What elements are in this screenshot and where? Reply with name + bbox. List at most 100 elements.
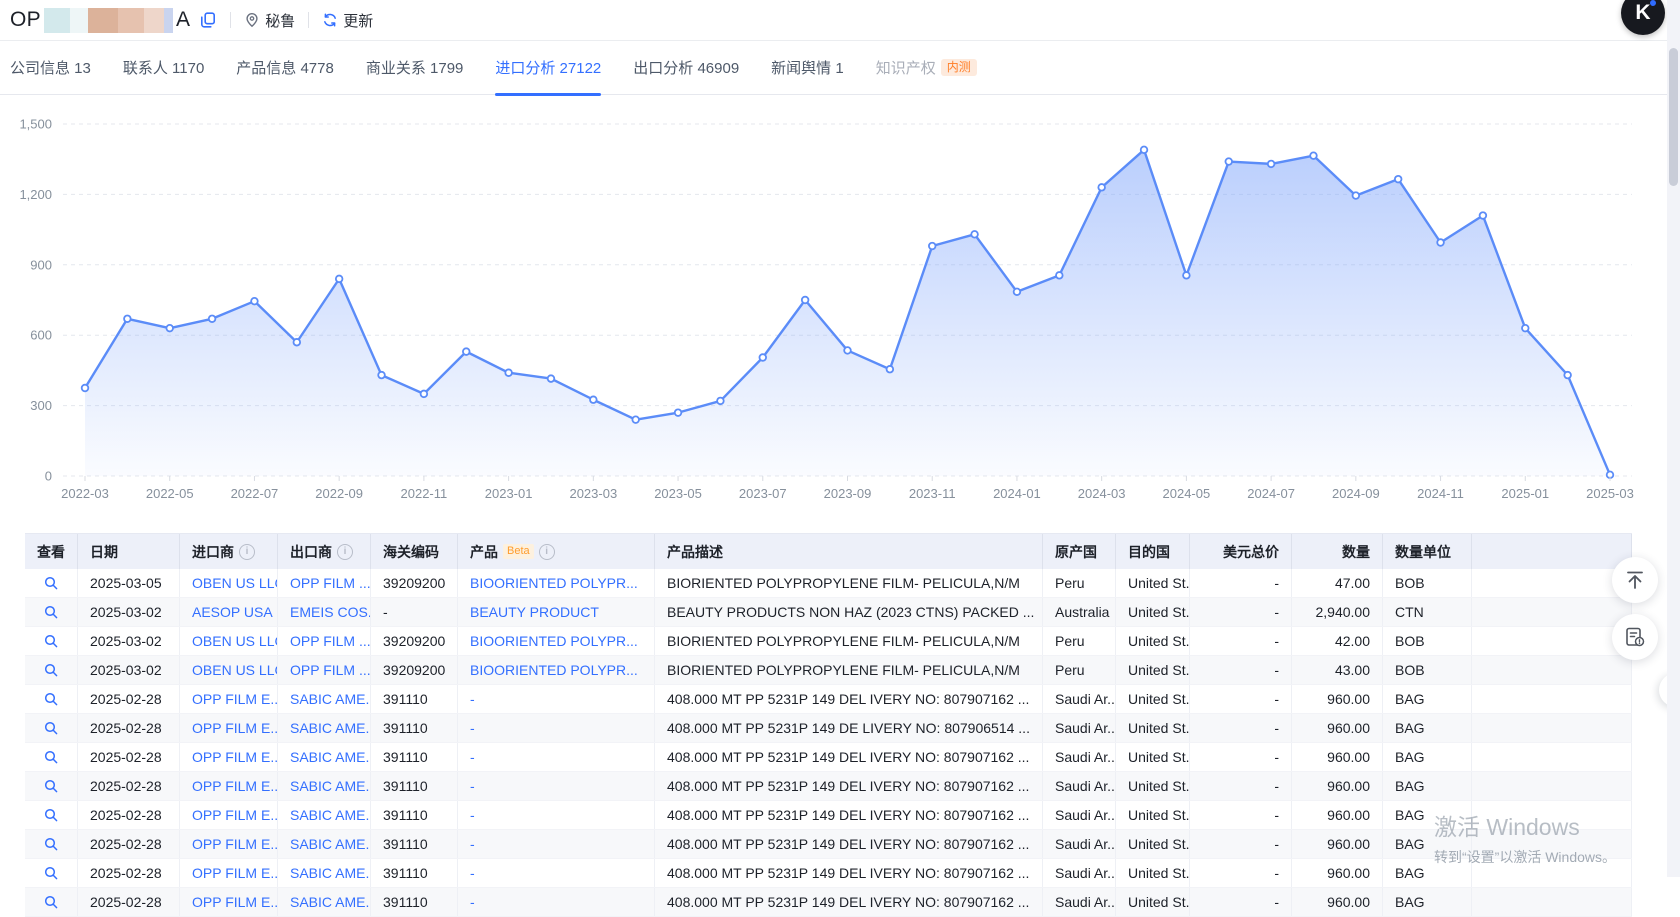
data-point[interactable] <box>166 325 173 332</box>
data-point[interactable] <box>1098 184 1105 191</box>
exporter-link[interactable]: EMEIS COS... <box>290 604 371 620</box>
exporter-link[interactable]: SABIC AME... <box>290 836 371 852</box>
data-point[interactable] <box>1353 192 1360 199</box>
importer-link[interactable]: OBEN US LLC <box>192 633 278 649</box>
importer-link[interactable]: OBEN US LLC <box>192 575 278 591</box>
view-detail-button[interactable] <box>25 859 78 887</box>
tab-进口分析[interactable]: 进口分析 27122 <box>495 41 601 95</box>
data-point[interactable] <box>1141 147 1148 154</box>
data-point[interactable] <box>548 375 555 382</box>
data-point[interactable] <box>971 231 978 238</box>
importer-link[interactable]: OPP FILM E... <box>192 894 278 910</box>
data-point[interactable] <box>209 315 216 322</box>
importer-link[interactable]: OPP FILM E... <box>192 778 278 794</box>
data-point[interactable] <box>844 347 851 354</box>
tab-联系人[interactable]: 联系人 1170 <box>123 41 204 95</box>
product-link[interactable]: - <box>470 865 475 881</box>
product-link[interactable]: BEAUTY PRODUCT <box>470 604 599 620</box>
data-point[interactable] <box>1437 239 1444 246</box>
exporter-link[interactable]: OPP FILM ... <box>290 575 371 591</box>
exporter-link[interactable]: SABIC AME... <box>290 894 371 910</box>
importer-link[interactable]: OPP FILM E... <box>192 749 278 765</box>
data-point[interactable] <box>929 243 936 250</box>
import-trend-chart[interactable]: 03006009001,2001,5002022-032022-052022-0… <box>0 95 1637 512</box>
back-to-top-button[interactable] <box>1612 557 1658 603</box>
scrollbar-thumb[interactable] <box>1669 48 1678 186</box>
data-point[interactable] <box>1564 372 1571 379</box>
data-point[interactable] <box>251 298 258 305</box>
tab-出口分析[interactable]: 出口分析 46909 <box>633 41 739 95</box>
product-link[interactable]: - <box>470 836 475 852</box>
view-detail-button[interactable] <box>25 627 78 655</box>
product-link[interactable]: BIOORIENTED POLYPR... <box>470 662 638 678</box>
data-point[interactable] <box>887 366 894 373</box>
data-point[interactable] <box>336 276 343 283</box>
data-point[interactable] <box>1183 272 1190 279</box>
data-point[interactable] <box>1395 176 1402 183</box>
view-detail-button[interactable] <box>25 598 78 626</box>
data-point[interactable] <box>632 416 639 423</box>
exporter-link[interactable]: SABIC AME... <box>290 778 371 794</box>
data-point[interactable] <box>675 409 682 416</box>
importer-link[interactable]: OPP FILM E... <box>192 836 278 852</box>
exporter-link[interactable]: SABIC AME... <box>290 807 371 823</box>
info-icon[interactable]: i <box>239 544 255 560</box>
data-point[interactable] <box>759 354 766 361</box>
product-link[interactable]: - <box>470 691 475 707</box>
tab-产品信息[interactable]: 产品信息 4778 <box>236 41 334 95</box>
data-point[interactable] <box>802 297 809 304</box>
exporter-link[interactable]: OPP FILM ... <box>290 662 371 678</box>
data-point[interactable] <box>124 315 131 322</box>
tab-商业关系[interactable]: 商业关系 1799 <box>366 41 464 95</box>
product-link[interactable]: - <box>470 894 475 910</box>
exporter-link[interactable]: OPP FILM ... <box>290 633 371 649</box>
data-point[interactable] <box>294 339 301 346</box>
importer-link[interactable]: AESOP USA ... <box>192 604 278 620</box>
data-point[interactable] <box>1014 288 1021 295</box>
product-link[interactable]: BIOORIENTED POLYPR... <box>470 633 638 649</box>
data-point[interactable] <box>1310 152 1317 159</box>
importer-link[interactable]: OBEN US LLC <box>192 662 278 678</box>
data-point[interactable] <box>1225 158 1232 165</box>
view-detail-button[interactable] <box>25 569 78 597</box>
product-link[interactable]: - <box>470 749 475 765</box>
refresh-button[interactable]: 更新 <box>322 10 373 31</box>
product-link[interactable]: - <box>470 807 475 823</box>
exporter-link[interactable]: SABIC AME... <box>290 691 371 707</box>
data-point[interactable] <box>590 396 597 403</box>
view-detail-button[interactable] <box>25 743 78 771</box>
info-icon[interactable]: i <box>337 544 353 560</box>
data-point[interactable] <box>505 369 512 376</box>
exporter-link[interactable]: SABIC AME... <box>290 865 371 881</box>
view-detail-button[interactable] <box>25 830 78 858</box>
view-detail-button[interactable] <box>25 801 78 829</box>
data-point[interactable] <box>463 348 470 355</box>
product-link[interactable]: - <box>470 720 475 736</box>
data-point[interactable] <box>82 385 89 392</box>
view-detail-button[interactable] <box>25 714 78 742</box>
view-detail-button[interactable] <box>25 656 78 684</box>
data-point[interactable] <box>421 391 428 398</box>
data-point[interactable] <box>1480 212 1487 219</box>
data-point[interactable] <box>1056 272 1063 279</box>
tab-知识产权[interactable]: 知识产权内测 <box>876 41 977 95</box>
importer-link[interactable]: OPP FILM E... <box>192 865 278 881</box>
product-link[interactable]: - <box>470 778 475 794</box>
exporter-link[interactable]: SABIC AME... <box>290 749 371 765</box>
product-link[interactable]: BIOORIENTED POLYPR... <box>470 575 638 591</box>
importer-link[interactable]: OPP FILM E... <box>192 720 278 736</box>
feedback-button[interactable] <box>1612 614 1658 660</box>
tab-新闻舆情[interactable]: 新闻舆情 1 <box>771 41 844 95</box>
view-detail-button[interactable] <box>25 888 78 916</box>
data-point[interactable] <box>1522 325 1529 332</box>
info-icon[interactable]: i <box>539 544 555 560</box>
importer-link[interactable]: OPP FILM E... <box>192 807 278 823</box>
tab-公司信息[interactable]: 公司信息 13 <box>10 41 91 95</box>
copy-icon[interactable] <box>199 11 217 29</box>
data-point[interactable] <box>717 398 724 405</box>
data-point[interactable] <box>1268 161 1275 168</box>
view-detail-button[interactable] <box>25 772 78 800</box>
importer-link[interactable]: OPP FILM E... <box>192 691 278 707</box>
view-detail-button[interactable] <box>25 685 78 713</box>
exporter-link[interactable]: SABIC AME... <box>290 720 371 736</box>
